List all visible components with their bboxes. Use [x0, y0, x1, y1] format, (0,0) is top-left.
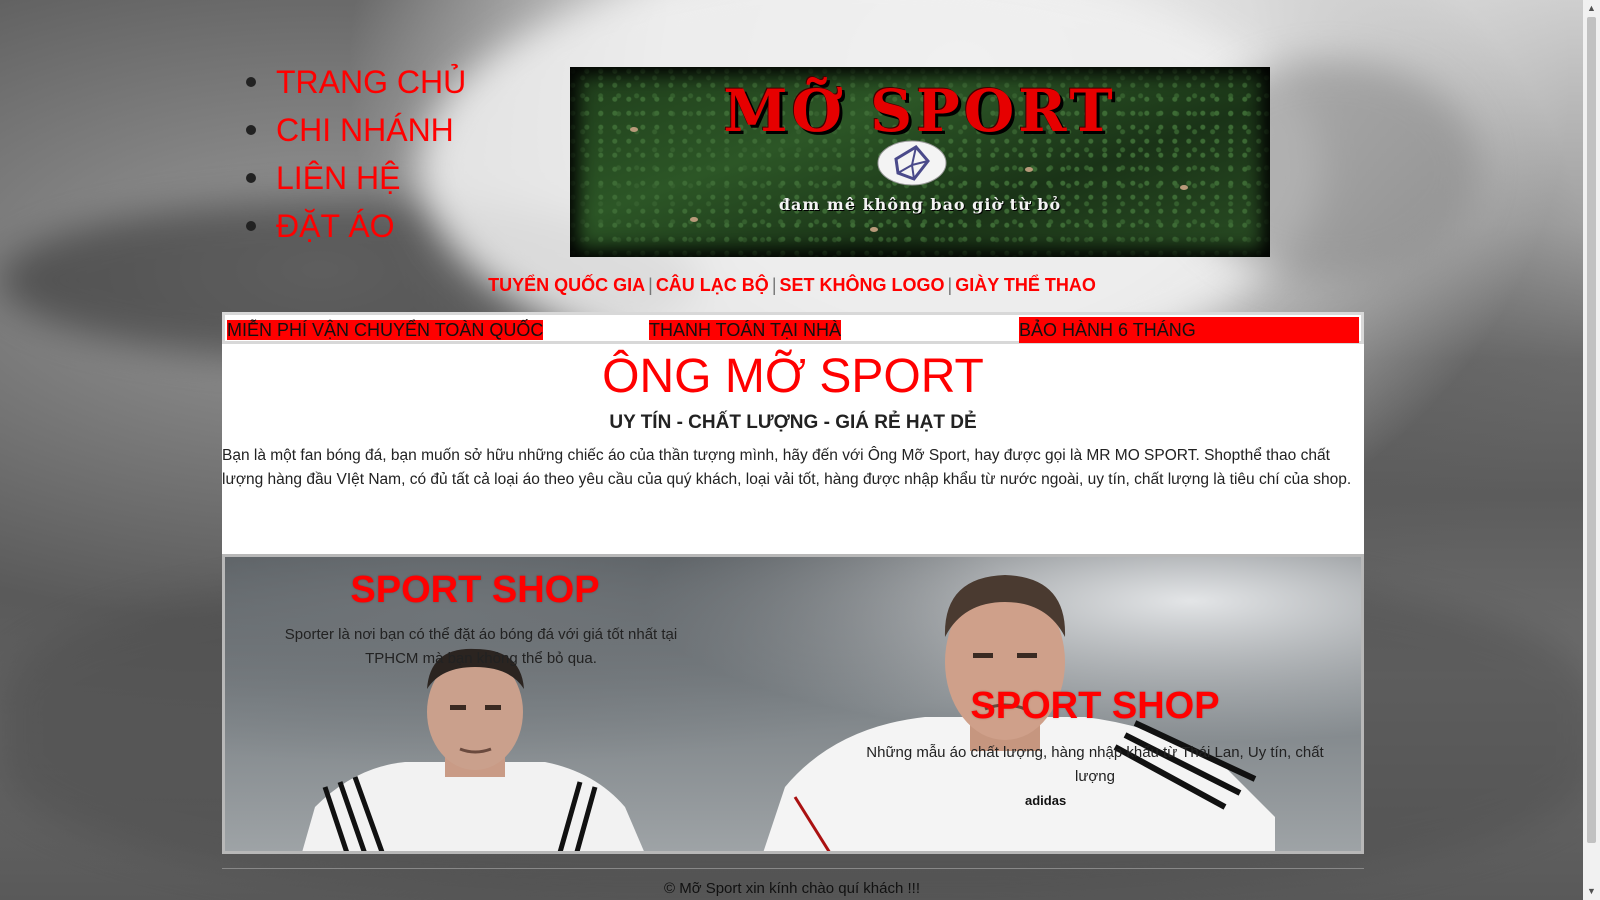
nav-item-label: TRANG CHỦ	[276, 63, 467, 100]
leaf-decoration	[1180, 185, 1188, 190]
nav-item-home[interactable]: TRANG CHỦ	[246, 58, 466, 106]
hero-left-text: Sporter là nơi bạn có thể đặt áo bóng đá…	[284, 626, 678, 667]
bullet-icon	[246, 221, 256, 231]
hero-left-title: SPORT SHOP	[350, 569, 600, 611]
scroll-down-icon[interactable]: ▼	[1583, 883, 1600, 900]
info-bar: MIỄN PHÍ VẬN CHUYỂN TOÀN QUỐC THANH TOÁN…	[222, 312, 1364, 344]
category-link-club[interactable]: CÂU LẠC BỘ	[656, 275, 769, 295]
nav-item-contact[interactable]: LIÊN HỆ	[246, 154, 466, 202]
page-subtitle: UY TÍN - CHẤT LƯỢNG - GIÁ RẺ HẠT DẺ	[609, 412, 977, 433]
category-link-national-team[interactable]: TUYỂN QUỐC GIA	[488, 275, 645, 295]
page-title: ÔNG MỠ SPORT	[602, 350, 984, 403]
info-warranty: BẢO HÀNH 6 THÁNG	[1019, 317, 1359, 343]
category-link-no-logo-set[interactable]: SET KHÔNG LOGO	[780, 275, 945, 295]
bullet-icon	[246, 125, 256, 135]
bullet-icon	[246, 173, 256, 183]
nav-item-label: CHI NHÁNH	[276, 111, 454, 148]
scroll-up-icon[interactable]: ▲	[1583, 0, 1600, 17]
category-separator: |	[771, 275, 777, 295]
footer-divider	[222, 868, 1364, 869]
nav-item-label: LIÊN HỆ	[276, 159, 401, 196]
category-link-shoes[interactable]: GIÀY THỂ THAO	[955, 275, 1096, 295]
nav-item-order[interactable]: ĐẶT ÁO	[246, 202, 466, 250]
info-payment: THANH TOÁN TẠI NHÀ	[649, 317, 842, 343]
hero-right-title: SPORT SHOP	[970, 685, 1220, 727]
bullet-icon	[246, 77, 256, 87]
leaf-decoration	[870, 227, 878, 232]
scroll-thumb[interactable]	[1587, 17, 1596, 843]
main-nav: TRANG CHỦ CHI NHÁNH LIÊN HỆ ĐẶT ÁO	[246, 58, 466, 250]
category-separator: |	[648, 275, 653, 295]
logo-banner[interactable]: MỠ SPORT đam mê không bao giờ từ bỏ	[570, 67, 1270, 257]
category-separator: |	[947, 275, 953, 295]
nav-item-label: ĐẶT ÁO	[276, 207, 395, 244]
hero-right-text: Những mẫu áo chất lượng, hàng nhập khẩu …	[866, 744, 1324, 785]
footer-text: © Mỡ Sport xin kính chào quí khách !!!	[663, 880, 920, 897]
leaf-decoration	[1025, 167, 1033, 172]
hero-banner: adidas SPORT SHOP Sporter là nơi bạn có …	[222, 554, 1364, 854]
logo-title: MỠ SPORT	[723, 77, 1117, 145]
info-shipping-label: MIỄN PHÍ VẬN CHUYỂN TOÀN QUỐC	[227, 320, 544, 340]
category-nav: TUYỂN QUỐC GIA | CÂU LẠC BỘ | SET KHÔNG LOGO…	[0, 275, 1584, 296]
soccer-ball-icon	[877, 140, 947, 186]
info-warranty-label: BẢO HÀNH 6 THÁNG	[1019, 320, 1196, 340]
nav-item-branches[interactable]: CHI NHÁNH	[246, 106, 466, 154]
leaf-decoration	[690, 217, 698, 222]
info-payment-label: THANH TOÁN TẠI NHÀ	[649, 320, 842, 340]
vertical-scrollbar[interactable]: ▲ ▼	[1583, 0, 1600, 900]
logo-tagline: đam mê không bao giờ từ bỏ	[778, 195, 1062, 214]
info-shipping: MIỄN PHÍ VẬN CHUYỂN TOÀN QUỐC	[227, 317, 544, 343]
intro-paragraph: Bạn là một fan bóng đá, bạn muốn sở hữu …	[222, 447, 1352, 488]
intro-section: ÔNG MỠ SPORT UY TÍN - CHẤT LƯỢNG - GIÁ R…	[222, 344, 1364, 554]
shirt-brand-logo: adidas	[1025, 793, 1066, 808]
